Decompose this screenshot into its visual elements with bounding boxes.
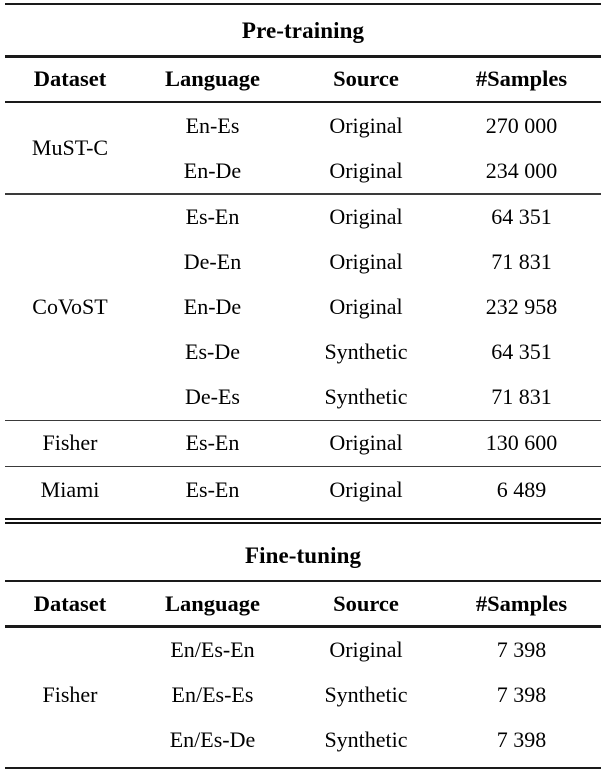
language-value: En/Es-En	[170, 637, 255, 663]
table-row: Miami Es-En Original 6 489	[5, 467, 601, 512]
source-value: Original	[329, 294, 403, 320]
source-value: Original	[329, 157, 403, 183]
pretraining-header-table: Dataset Language Source #Samples	[5, 58, 601, 101]
samples-value: 270 000	[485, 112, 558, 138]
pretraining-caption: Pre-training	[241, 18, 365, 44]
column-header-source: Source	[333, 590, 399, 616]
source-value: Original	[329, 637, 403, 663]
source-value: Synthetic	[324, 682, 408, 708]
finetuning-header-table: Dataset Language Source #Samples	[5, 582, 601, 625]
column-header-samples: #Samples	[475, 66, 568, 92]
column-header-source: Source	[333, 66, 399, 92]
group-covost: CoVoST Es-En Original 64 351 De-En Origi…	[5, 195, 601, 420]
header-row: Dataset Language Source #Samples	[5, 582, 601, 625]
language-value: En-De	[183, 157, 242, 183]
samples-value: 71 831	[491, 249, 552, 275]
bottom-rule	[5, 766, 601, 770]
samples-value: 71 831	[491, 384, 552, 410]
dataset-name-covost: CoVoST	[32, 294, 108, 320]
column-header-language: Language	[164, 590, 261, 616]
samples-value: 232 958	[485, 294, 558, 320]
language-value: Es-En	[185, 430, 240, 456]
language-value: Es-En	[185, 476, 240, 502]
table-figure: Pre-training Dataset Language Source #Sa…	[0, 0, 606, 772]
dataset-name-must-c: MuST-C	[31, 135, 109, 161]
section-divider-double-rule	[5, 518, 601, 525]
table-row: CoVoST Es-En Original 64 351	[5, 195, 601, 318]
source-value: Synthetic	[324, 727, 408, 753]
finetuning-caption: Fine-tuning	[244, 543, 362, 568]
column-header-language: Language	[164, 66, 261, 92]
language-value: Es-En	[185, 204, 240, 230]
source-value: Original	[329, 430, 403, 456]
samples-value: 7 398	[496, 637, 547, 663]
dataset-name-miami: Miami	[40, 476, 100, 502]
language-value: En/Es-Es	[171, 682, 254, 708]
dataset-name-fisher: Fisher	[42, 682, 98, 708]
table-row: MuST-C En-Es Original 270 000	[5, 103, 601, 159]
column-header-dataset: Dataset	[33, 66, 107, 92]
group-fisher-finetuning: Fisher En/Es-En Original 7 398 En/Es-Es …	[5, 628, 601, 763]
group-miami: Miami Es-En Original 6 489	[5, 467, 601, 512]
samples-value: 6 489	[496, 476, 547, 502]
language-value: De-Es	[185, 384, 240, 410]
language-value: En-Es	[185, 112, 240, 138]
source-value: Original	[329, 249, 403, 275]
column-header-samples: #Samples	[475, 590, 568, 616]
samples-value: 7 398	[496, 682, 547, 708]
dataset-name-fisher: Fisher	[42, 430, 98, 456]
group-must-c: MuST-C En-Es Original 270 000 En-De Orig…	[5, 103, 601, 193]
language-value: En/Es-De	[169, 727, 256, 753]
pretraining-table: Pre-training Dataset Language Source #Sa…	[5, 3, 601, 525]
source-value: Original	[329, 204, 403, 230]
table-row: Fisher Es-En Original 130 600	[5, 421, 601, 466]
group-fisher-pretraining: Fisher Es-En Original 130 600	[5, 421, 601, 466]
source-value: Synthetic	[324, 384, 408, 410]
source-value: Original	[329, 476, 403, 502]
finetuning-table: Fine-tuning Dataset Language Source #Sam…	[5, 530, 601, 770]
table-row: Fisher En/Es-En Original 7 398	[5, 628, 601, 706]
samples-value: 64 351	[491, 204, 552, 230]
language-value: En-De	[183, 294, 242, 320]
samples-value: 64 351	[491, 339, 552, 365]
samples-value: 234 000	[485, 157, 558, 183]
samples-value: 130 600	[485, 430, 558, 456]
column-header-dataset: Dataset	[33, 590, 107, 616]
header-row: Dataset Language Source #Samples	[5, 58, 601, 101]
language-value: De-En	[183, 249, 242, 275]
samples-value: 7 398	[496, 727, 547, 753]
source-value: Synthetic	[324, 339, 408, 365]
language-value: Es-De	[185, 339, 240, 365]
source-value: Original	[329, 112, 403, 138]
